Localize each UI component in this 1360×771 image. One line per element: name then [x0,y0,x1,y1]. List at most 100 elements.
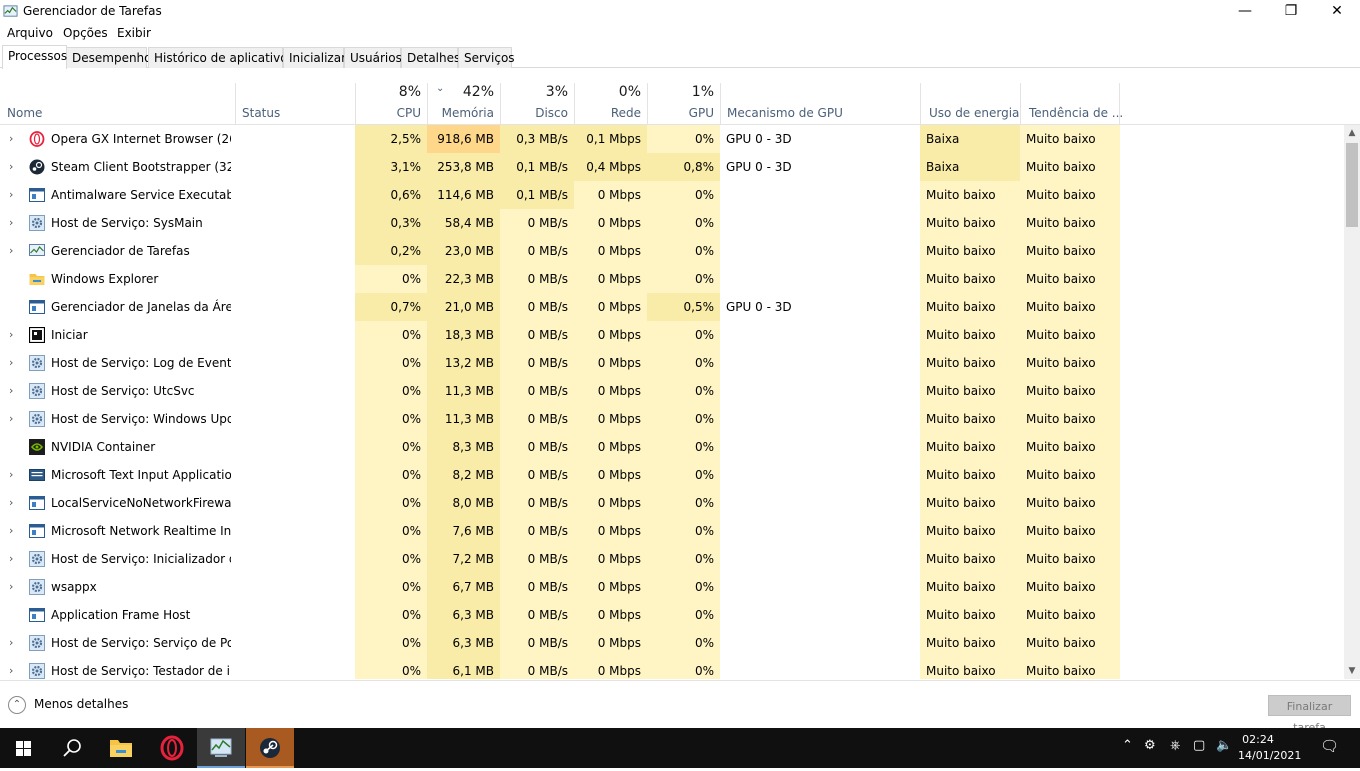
disk-cell: 0 MB/s [500,237,574,265]
chevron-right-icon[interactable]: › [9,321,13,349]
volume-icon[interactable]: 🔈 [1216,738,1232,753]
column-tendencia[interactable]: Tendência de ... [1020,83,1123,125]
tab-historico[interactable]: Histórico de aplicativos [148,47,294,68]
task-manager-icon[interactable] [197,728,245,768]
scroll-thumb[interactable] [1346,143,1358,227]
table-row[interactable]: NVIDIA Container 0% 8,3 MB 0 MB/s 0 Mbps 0% Mu… [0,433,1344,461]
tab-usuarios[interactable]: Usuários [344,47,402,68]
table-row[interactable]: › Steam Client Bootstrapper (32 b... 3,1%2… [0,153,1344,181]
chevron-right-icon[interactable]: › [9,349,13,377]
chevron-right-icon[interactable]: › [9,517,13,545]
chevron-right-icon[interactable]: › [9,461,13,489]
end-task-button[interactable]: Finalizar tarefa [1268,695,1351,734]
table-row[interactable]: › Microsoft Text Input Application 0% 8,2 M… [0,461,1344,489]
file-explorer-icon[interactable] [97,728,145,768]
service-window-icon [29,608,45,622]
notifications-icon[interactable]: 🗨 [1320,737,1339,755]
chevron-up-icon[interactable]: ⌃ [1122,738,1133,753]
gpu-engine-cell: GPU 0 - 3D [720,125,920,153]
table-row[interactable]: › Gerenciador de Tarefas 0,2% 23,0 MB 0 MB/s… [0,237,1344,265]
chevron-right-icon[interactable]: › [9,153,13,181]
tab-desempenho[interactable]: Desempenho [66,47,152,68]
table-row[interactable]: Gerenciador de Janelas da Área ... 0,7%21… [0,293,1344,321]
table-row[interactable]: › Host de Serviço: UtcSvc 0% 11,3 MB 0 MB/s 0… [0,377,1344,405]
tab-processos[interactable]: Processos [2,45,67,69]
restore-button[interactable]: ❐ [1268,0,1314,24]
table-row[interactable]: › Microsoft Network Realtime Ins... 0% 7,6 … [0,517,1344,545]
scroll-up-icon[interactable]: ▲ [1344,125,1360,141]
chevron-right-icon[interactable]: › [9,545,13,573]
table-row[interactable]: ›Host de Serviço: Log de Eventos...0%13,… [0,349,1344,377]
power-usage-cell: Muito baixo [920,209,1020,237]
chevron-right-icon[interactable]: › [9,573,13,601]
scroll-down-icon[interactable]: ▼ [1344,663,1360,679]
column-gpu[interactable]: 1% GPU [647,83,720,125]
gpu-cell: 0% [647,517,720,545]
table-row[interactable]: ›Host de Serviço: Inicializador de...0%7… [0,545,1344,573]
cpu-cell: 0,6% [355,181,427,209]
chevron-right-icon[interactable]: › [9,629,13,657]
disk-cell: 0 MB/s [500,349,574,377]
column-gpu-engine[interactable]: Mecanismo de GPU [720,83,920,125]
table-row[interactable]: › wsappx 0% 6,7 MB 0 MB/s 0 Mbps 0% Muito baixo… [0,573,1344,601]
tab-inicializar[interactable]: Inicializar [283,47,346,68]
menu-arquivo[interactable]: Arquivo [7,26,53,40]
tab-detalhes[interactable]: Detalhes [401,47,460,68]
network-cell: 0 Mbps [574,405,647,433]
memory-cell: 8,3 MB [427,433,500,461]
gpu-engine-cell [720,237,920,265]
process-name: wsappx [51,580,97,594]
disk-cell: 0 MB/s [500,573,574,601]
column-memoria-pct: 42% [462,84,494,100]
table-row[interactable]: › Antimalware Service Executable 0,6% 114,6… [0,181,1344,209]
chevron-right-icon[interactable]: › [9,657,13,679]
network-cell: 0 Mbps [574,209,647,237]
steam-tray-icon[interactable]: ⚙ [1144,738,1156,753]
chevron-right-icon[interactable]: › [9,377,13,405]
tab-servicos[interactable]: Serviços [458,47,515,68]
power-usage-cell: Muito baixo [920,377,1020,405]
minimize-button[interactable]: — [1222,0,1268,24]
table-row[interactable]: ›Host de Serviço: Windows Update0%11,3 M… [0,405,1344,433]
column-cpu[interactable]: 8% CPU [355,83,427,125]
search-icon[interactable] [48,728,96,768]
chevron-right-icon[interactable]: › [9,489,13,517]
chevron-right-icon[interactable]: › [9,405,13,433]
table-row[interactable]: ›LocalServiceNoNetworkFirewall ...0%8,0 … [0,489,1344,517]
menu-opcoes[interactable]: Opções [63,26,108,40]
monitor-tray-icon[interactable]: ▢ [1193,738,1205,753]
column-nome[interactable]: Nome [0,83,235,125]
memory-cell: 11,3 MB [427,377,500,405]
table-row[interactable]: ›Host de Serviço: Testador de ins...0%6,… [0,657,1344,679]
power-trend-cell: Muito baixo [1020,545,1120,573]
table-row[interactable]: › Iniciar 0% 18,3 MB 0 MB/s 0 Mbps 0% Muito bai… [0,321,1344,349]
table-row[interactable]: › Opera GX Internet Browser (26) 2,5% 918,6… [0,125,1344,153]
column-energia[interactable]: Uso de energia [920,83,1020,125]
chevron-up-circle-icon[interactable]: ⌃ [8,696,26,714]
column-rede[interactable]: 0% Rede [574,83,647,125]
gpu-cell: 0% [647,545,720,573]
column-status[interactable]: Status [235,83,355,125]
close-button[interactable]: ✕ [1314,0,1360,24]
chevron-right-icon[interactable]: › [9,237,13,265]
less-details-link[interactable]: Menos detalhes [34,697,128,711]
vertical-scrollbar[interactable]: ▲ ▼ [1344,125,1360,679]
steam-icon[interactable] [246,728,294,768]
column-memoria[interactable]: ⌄ 42% Memória [427,83,500,125]
network-tray-icon[interactable]: ⎈ [1170,738,1180,753]
power-trend-cell: Muito baixo [1020,517,1120,545]
menu-exibir[interactable]: Exibir [117,26,151,40]
table-row[interactable]: Application Frame Host 0% 6,3 MB 0 MB/s 0 Mb… [0,601,1344,629]
cpu-cell: 0% [355,349,427,377]
column-disco[interactable]: 3% Disco [500,83,574,125]
chevron-right-icon[interactable]: › [9,181,13,209]
table-row[interactable]: ›Host de Serviço: Serviço de Polít...0%6… [0,629,1344,657]
table-row[interactable]: Windows Explorer 0% 22,3 MB 0 MB/s 0 Mbps 0% M… [0,265,1344,293]
system-clock[interactable]: 02:24 14/01/2021 [1238,732,1301,764]
chevron-right-icon[interactable]: › [9,209,13,237]
disk-cell: 0,1 MB/s [500,153,574,181]
chevron-right-icon[interactable]: › [9,125,13,153]
opera-icon[interactable] [148,728,196,768]
windows-start-icon[interactable] [0,728,48,768]
table-row[interactable]: › Host de Serviço: SysMain 0,3% 58,4 MB 0 MB… [0,209,1344,237]
